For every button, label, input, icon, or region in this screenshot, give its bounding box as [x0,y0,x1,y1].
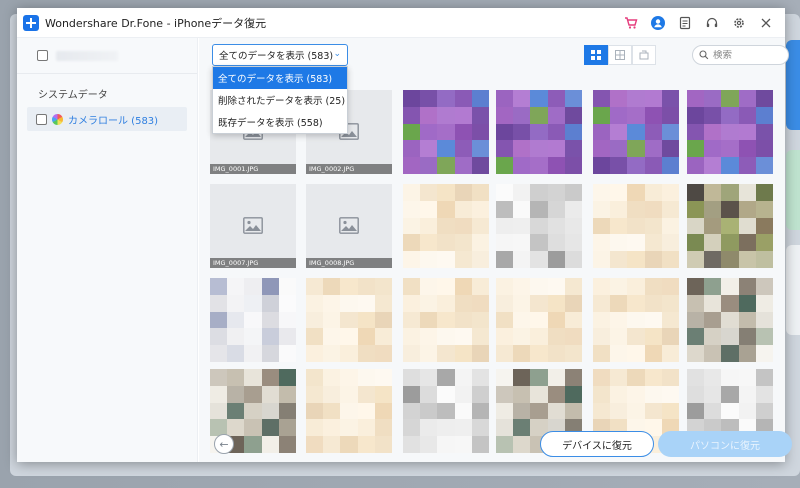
photo-thumbnail[interactable] [496,184,582,268]
blurred-photo [306,278,392,362]
cart-icon[interactable] [622,14,640,32]
photo-thumbnail[interactable]: IMG_0007.JPG [210,184,296,268]
blurred-photo [496,278,582,362]
filter-option-all[interactable]: 全てのデータを表示 (583) [213,67,347,89]
photo-thumbnail[interactable]: IMG_0008.JPG [306,184,392,268]
title-bar: Wondershare Dr.Fone - iPhoneデータ復元 [17,8,785,38]
filter-selected-value: 全てのデータを表示 (583) [219,51,334,62]
search-icon [699,50,709,60]
photo-thumbnail[interactable] [687,184,773,268]
list-view-button[interactable] [632,45,656,65]
chevron-down-icon: ⌄ [333,49,341,59]
photo-thumbnail[interactable] [496,90,582,174]
blurred-photo [687,184,773,268]
blurred-photo [210,278,296,362]
blurred-photo [403,184,489,268]
document-icon[interactable] [676,14,694,32]
photo-thumbnail[interactable] [210,278,296,362]
sidebar-section-title: システムデータ [38,90,108,101]
photo-thumbnail[interactable] [403,278,489,362]
back-arrow-icon: ← [219,437,229,451]
camera-roll-checkbox[interactable] [36,113,47,125]
photo-thumbnail[interactable] [593,184,679,268]
filter-select[interactable]: 全てのデータを表示 (583) ⌄ [212,44,348,66]
blurred-photo [593,184,679,268]
photo-thumbnail[interactable] [306,278,392,362]
back-button[interactable]: ← [214,434,234,454]
photo-thumbnail[interactable] [403,184,489,268]
main-panel: 全てのデータを表示 (583) ⌄ 全てのデータを表示 (583) 削除されたデ… [199,38,792,462]
view-toggle [584,45,656,65]
footer-bar: ← デバイスに復元 パソコンに復元 [199,426,792,462]
filter-option-existing[interactable]: 既存データを表示 (558) [213,111,347,133]
thumbnail-caption: IMG_0008.JPG [306,258,392,268]
select-all-checkbox[interactable] [37,50,48,61]
thumbnail-view-button[interactable] [608,45,632,65]
thumbnail-caption: IMG_0007.JPG [210,258,296,268]
blurred-photo [403,278,489,362]
close-icon[interactable] [757,14,775,32]
blurred-photo [403,90,489,174]
window-title: Wondershare Dr.Fone - iPhoneデータ復元 [45,16,267,30]
thumbnail-caption: IMG_0001.JPG [210,164,296,174]
device-name-blurred [56,50,118,61]
blurred-photo [687,90,773,174]
thumbnail-grid-icon [615,50,625,60]
blurred-photo [687,278,773,362]
device-row [17,38,197,74]
blurred-photo [593,90,679,174]
user-icon[interactable] [649,14,667,32]
filter-dropdown: 全てのデータを表示 (583) 削除されたデータを表示 (25) 既存データを表… [212,66,348,134]
drfone-logo-icon [23,14,39,31]
restore-window: Wondershare Dr.Fone - iPhoneデータ復元 システムデー… [17,8,792,462]
photo-thumbnail[interactable] [593,90,679,174]
image-placeholder-icon [243,217,263,234]
thumbnail-caption: IMG_0002.JPG [306,164,392,174]
image-placeholder-icon [339,217,359,234]
restore-to-pc-button[interactable]: パソコンに復元 [658,431,792,457]
blurred-photo [496,90,582,174]
headset-icon[interactable] [703,14,721,32]
photos-icon [52,113,63,125]
blurred-photo [496,184,582,268]
sidebar-item-label: カメラロール (583) [68,115,159,127]
folder-icon [639,50,649,60]
grid-icon [591,50,601,60]
search-input[interactable] [713,49,783,61]
photo-thumbnail[interactable] [593,278,679,362]
photo-thumbnail[interactable] [403,90,489,174]
grid-view-button[interactable] [584,45,608,65]
filter-option-deleted[interactable]: 削除されたデータを表示 (25) [213,89,347,111]
sidebar-item-camera-roll[interactable]: カメラロール (583) [27,107,187,131]
search-box [692,45,789,65]
photo-thumbnail[interactable] [687,90,773,174]
gear-icon[interactable] [730,14,748,32]
photo-thumbnail[interactable] [687,278,773,362]
photo-thumbnail[interactable] [496,278,582,362]
restore-to-device-button[interactable]: デバイスに復元 [540,431,654,457]
sidebar: システムデータ カメラロール (583) [17,38,198,462]
blurred-photo [593,278,679,362]
